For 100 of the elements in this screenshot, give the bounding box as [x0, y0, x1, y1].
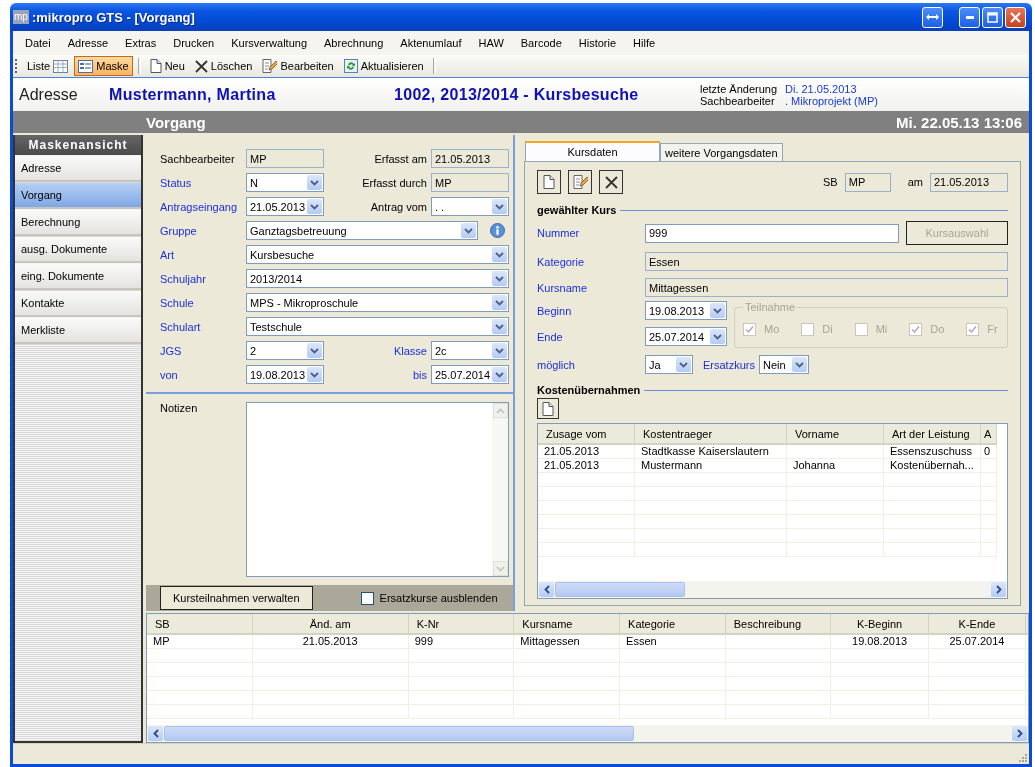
info-icon[interactable] — [490, 223, 505, 238]
dropdown[interactable]: 25.07.2014 — [431, 365, 509, 384]
app-icon: mp — [13, 10, 29, 24]
dropdown[interactable]: 21.05.2013 — [246, 197, 324, 216]
delete-icon — [604, 175, 618, 189]
scroll-right-icon[interactable] — [1016, 729, 1023, 738]
tab[interactable]: weitere Vorgangsdaten — [660, 143, 783, 161]
dropdown[interactable]: 2013/2014 — [246, 269, 509, 288]
checkbox-label: Mi — [875, 323, 888, 335]
minimize-icon — [965, 15, 974, 19]
dropdown[interactable]: 25.07.2014 — [645, 327, 727, 346]
menu-item[interactable]: Drucken — [173, 35, 215, 51]
maximize-button[interactable] — [982, 6, 1003, 28]
table-cell: 21.05.2013 — [302, 635, 358, 647]
view-button[interactable]: Liste — [23, 56, 73, 76]
checkbox-label: Mo — [764, 323, 780, 335]
toolbar-button[interactable]: Aktualisieren — [339, 56, 428, 76]
sidebar-item[interactable]: Kontakte — [15, 291, 141, 317]
readonly-field: Essen — [645, 252, 1008, 271]
column-header[interactable]: SB — [155, 617, 170, 630]
person-name: Mustermann, Martina — [109, 85, 277, 104]
new-button[interactable] — [537, 170, 561, 194]
sidebar-item[interactable]: Merkliste — [15, 318, 141, 344]
column-header[interactable]: K-Nr — [416, 617, 440, 630]
dropdown[interactable]: Testschule — [246, 317, 509, 336]
case-title: 1002, 2013/2014 - Kursbesuche — [394, 85, 640, 104]
horizontal-scrollbar[interactable] — [147, 725, 1028, 742]
dropdown[interactable]: N — [246, 173, 324, 192]
dropdown[interactable]: Nein — [758, 355, 809, 374]
caption-title: Vorgang — [146, 113, 206, 131]
field-label: von — [160, 368, 179, 381]
view-button[interactable]: Maske — [74, 56, 133, 76]
readonly-field: MP — [246, 149, 324, 168]
resize-button[interactable] — [922, 6, 943, 28]
menu-item[interactable]: Extras — [125, 35, 157, 51]
field-label: Schuljahr — [160, 272, 207, 285]
menu-item[interactable]: Adresse — [67, 35, 109, 51]
refresh-icon — [343, 59, 358, 73]
minimize-button[interactable] — [959, 6, 980, 28]
checkbox[interactable] — [360, 591, 374, 605]
field-label: Antragseingang — [160, 200, 239, 213]
dropdown[interactable]: Ja — [645, 355, 693, 374]
toolbar-button[interactable]: Löschen — [190, 56, 257, 76]
scroll-right-icon[interactable] — [995, 585, 1002, 594]
field-label: Sachbearbeiter — [160, 152, 236, 165]
field-label: Gruppe — [160, 224, 198, 237]
tab[interactable]: Kursdaten — [525, 141, 660, 161]
field-label: am — [907, 176, 923, 188]
text-field[interactable]: 999 — [645, 223, 899, 243]
notes-field[interactable] — [246, 402, 509, 577]
field-label: Ende — [537, 330, 564, 343]
menu-item[interactable]: Historie — [578, 35, 617, 51]
sidebar-item[interactable]: Berechnung — [15, 210, 141, 236]
menu-item[interactable]: HAW — [478, 35, 504, 51]
date-time: Mi. 22.05.13 13:06 — [896, 113, 1022, 131]
close-button[interactable] — [1005, 6, 1026, 28]
scroll-left-icon[interactable] — [543, 585, 550, 594]
menu-item[interactable]: Barcode — [520, 35, 562, 51]
table-cell: Mittagessen — [520, 635, 580, 647]
table-cell: 999 — [414, 635, 433, 647]
horizontal-scrollbar[interactable] — [538, 581, 1007, 598]
field-label: Erfasst am — [373, 152, 427, 165]
toolbar-button[interactable]: Bearbeiten — [258, 56, 338, 76]
table-cell: 25.07.2014 — [949, 635, 1005, 647]
sidebar-item[interactable]: Vorgang — [15, 183, 141, 209]
manage-button[interactable]: Kursteilnahmen verwalten — [160, 586, 313, 610]
dropdown[interactable]: Kursbesuche — [246, 245, 509, 264]
dropdown[interactable]: 19.08.2013 — [246, 365, 324, 384]
readonly-field: Mittagessen — [645, 278, 1008, 297]
sidebar-item[interactable]: Adresse — [15, 156, 141, 182]
section-label: Adresse — [19, 85, 79, 104]
readonly-field: 21.05.2013 — [431, 149, 509, 168]
dropdown[interactable]: . . — [431, 197, 509, 216]
sidebar-item[interactable]: eing. Dokumente — [15, 264, 141, 290]
menu-item[interactable]: Abrechnung — [324, 35, 384, 51]
scroll-left-icon[interactable] — [152, 729, 159, 738]
resize-arrows-icon — [926, 13, 939, 21]
menu-item[interactable]: Datei — [25, 35, 51, 51]
dropdown[interactable]: Ganztagsbetreuung — [246, 221, 478, 240]
toolbar-button[interactable]: Neu — [145, 56, 189, 76]
table-view-icon — [53, 59, 69, 73]
column-header[interactable]: Änd. am — [309, 617, 351, 630]
sidebar-item[interactable]: ausg. Dokumente — [15, 237, 141, 263]
field-label: Schule — [160, 296, 195, 309]
menu-item[interactable]: Hilfe — [633, 35, 656, 51]
dropdown[interactable]: 19.08.2013 — [645, 301, 727, 320]
field-label: möglich — [537, 358, 576, 371]
dropdown[interactable]: 2 — [246, 341, 324, 360]
table-cell: MP — [153, 635, 170, 647]
meta-value: . Mikroprojekt (MP) — [785, 94, 878, 107]
delete-button[interactable] — [599, 170, 623, 194]
table-cell: Kostenübernah... — [890, 459, 974, 471]
dropdown[interactable]: 2c — [431, 341, 509, 360]
dropdown[interactable]: MPS - Mikroproschule — [246, 293, 509, 312]
menu-item[interactable]: Kursverwaltung — [231, 35, 308, 51]
readonly-field: MP — [844, 172, 891, 192]
edit-button[interactable] — [568, 170, 592, 194]
checkbox-label: Do — [930, 323, 945, 335]
new-button[interactable] — [537, 398, 559, 419]
menu-item[interactable]: Aktenumlauf — [400, 35, 462, 51]
